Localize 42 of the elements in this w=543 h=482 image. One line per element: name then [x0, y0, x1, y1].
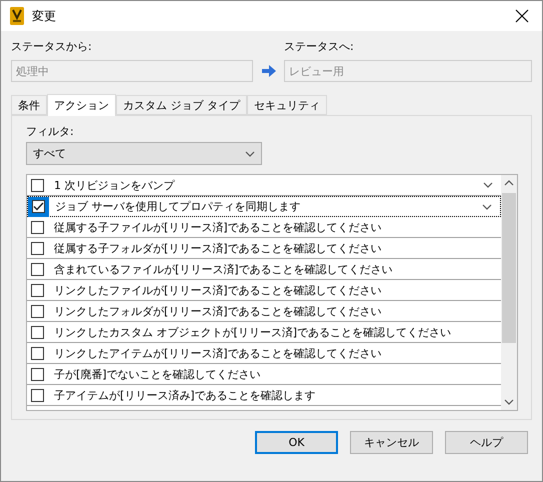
right-arrow-icon	[262, 65, 276, 77]
checkbox[interactable]	[31, 284, 44, 296]
action-label[interactable]: 従属する子ファイルが[リリース済]であることを確認してください	[48, 220, 501, 234]
chevron-down-icon	[482, 204, 492, 210]
checkbox[interactable]	[31, 304, 44, 318]
checkbox[interactable]	[31, 220, 44, 234]
chevron-down-icon	[245, 150, 255, 156]
action-label[interactable]: リンクしたアイテムが[リリース済]であることを確認してください	[48, 346, 501, 360]
checkbox[interactable]	[31, 326, 44, 338]
checkbox[interactable]	[31, 346, 44, 360]
checkbox[interactable]	[32, 200, 45, 213]
dialog-button[interactable]: OK	[255, 431, 338, 454]
filter-dropdown[interactable]: すべて	[26, 142, 262, 165]
scrollbar[interactable]	[501, 175, 517, 410]
dialog-button[interactable]: キャンセル	[350, 431, 433, 454]
scroll-down-icon[interactable]	[504, 399, 514, 405]
action-label[interactable]: 含まれているファイルが[リリース済]であることを確認してください	[48, 262, 501, 276]
tab[interactable]: 条件	[11, 95, 47, 115]
action-label[interactable]: リンクしたフォルダが[リリース済]であることを確認してください	[48, 304, 501, 318]
action-label[interactable]: 子が[廃番]でないことを確認してください	[48, 366, 501, 382]
dialog-button[interactable]: ヘルプ	[445, 431, 528, 454]
checkbox[interactable]	[31, 368, 44, 380]
chevron-down-icon	[483, 182, 493, 188]
checkbox[interactable]	[31, 262, 44, 276]
action-label[interactable]: 子アイテムが[リリース済み]であることを確認します	[48, 388, 501, 402]
window-title: 変更	[32, 8, 57, 24]
checkbox[interactable]	[31, 178, 44, 192]
action-label[interactable]: 1 次リビジョンをバンプ	[48, 178, 483, 192]
app-logo-icon	[10, 7, 24, 25]
scroll-up-icon[interactable]	[504, 180, 514, 186]
action-label[interactable]: リンクしたカスタム オブジェクトが[リリース済]であることを確認してください	[48, 324, 501, 340]
close-icon	[515, 9, 529, 23]
tab[interactable]: カスタム ジョブ タイプ	[116, 95, 247, 115]
checkbox[interactable]	[31, 388, 44, 402]
tab[interactable]: アクション	[47, 94, 116, 116]
tab[interactable]: セキュリティ	[247, 95, 327, 115]
action-label[interactable]: リンクしたファイルが[リリース済]であることを確認してください	[48, 282, 501, 298]
from-status-label: ステータスから:	[11, 39, 93, 54]
to-status-label: ステータスへ:	[284, 39, 355, 54]
filter-label: フィルタ:	[26, 124, 75, 139]
checkbox[interactable]	[31, 242, 44, 254]
action-label[interactable]: 従属する子フォルダが[リリース済]であることを確認してください	[48, 240, 501, 256]
